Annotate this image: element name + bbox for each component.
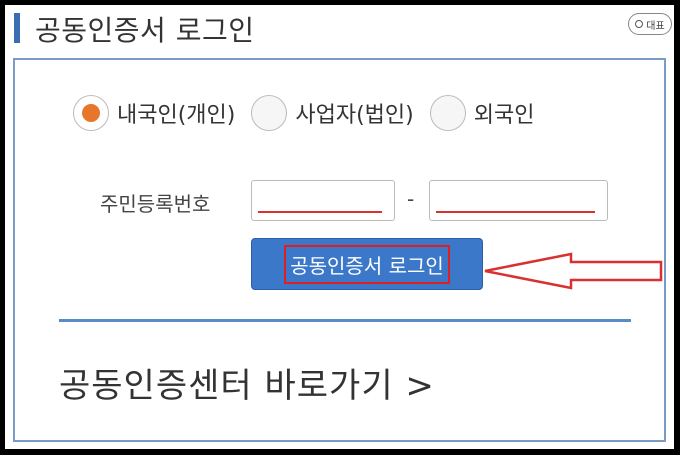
resident-number-label: 주민등록번호 [100,192,211,216]
user-type-radio-group: 내국인(개인) 사업자(법인) 외국인 [73,95,550,131]
radio-unselected-icon[interactable] [251,95,288,131]
certificate-center-link[interactable]: 공동인증센터 바로가기 > [59,358,435,407]
certificate-login-button[interactable]: 공동인증서 로그인 [251,238,483,290]
annotation-arrow-shape [484,252,663,290]
radio-label[interactable]: 내국인(개인) [117,97,235,129]
radio-option-domestic-individual[interactable]: 내국인(개인) [73,95,235,131]
page-title: 공동인증서 로그인 [35,14,255,47]
page-frame: 공동인증서 로그인 대표 내국인(개인) 사업자(법인) 외국인 주민등록번호 … [5,5,674,449]
radio-label[interactable]: 사업자(법인) [295,97,413,129]
resident-number-front-input[interactable] [251,180,395,221]
radio-selected-icon[interactable] [73,95,109,131]
login-panel: 내국인(개인) 사업자(법인) 외국인 주민등록번호 - 공동인증서 로그인 공… [13,58,666,442]
badge-label: 대표 [646,20,665,32]
annotation-underline [258,211,382,213]
badge-button[interactable]: 대표 [628,13,672,35]
radio-option-business[interactable]: 사업자(법인) [251,95,414,131]
radio-label[interactable]: 외국인 [474,97,535,129]
resident-number-separator: - [407,187,415,211]
circle-icon [635,20,644,28]
resident-number-back-input[interactable] [429,180,608,221]
section-divider [59,319,631,322]
radio-option-foreigner[interactable]: 외국인 [429,95,535,131]
radio-unselected-icon[interactable] [429,95,466,131]
certificate-login-button-label: 공동인증서 로그인 [284,244,450,284]
title-accent-bar [14,13,20,43]
annotation-underline [436,211,595,213]
annotation-arrow-icon [484,252,663,290]
